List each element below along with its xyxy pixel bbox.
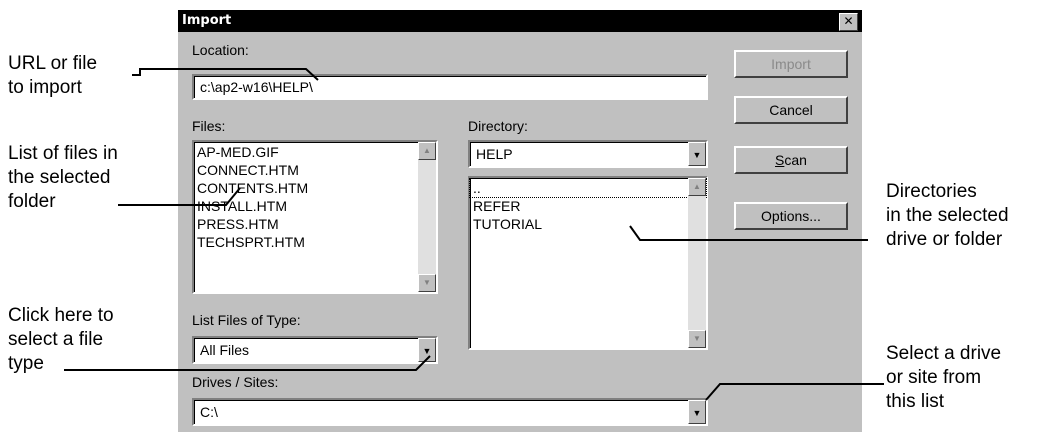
filetype-callout-line (64, 355, 431, 371)
files-callout-line (118, 187, 241, 206)
annotation-line: URL or file (8, 53, 98, 74)
annotation-line: List of files in (8, 143, 118, 164)
annotation-line: the selected (8, 167, 111, 188)
annotation-line: this list (886, 391, 945, 412)
annotation-line: Select a drive (886, 343, 1002, 364)
drive-callout-line (705, 383, 884, 401)
annotation-line: type (8, 353, 44, 374)
annotation-line: in the selected (886, 205, 1009, 226)
annotation-line: to import (8, 77, 82, 98)
annotation-line: or site from (886, 367, 982, 388)
annotation-filetype: Click here to select a file type (8, 304, 114, 376)
annotation-line: Click here to (8, 305, 114, 326)
annotation-dirs: Directories in the selected drive or fol… (886, 180, 1009, 252)
annotation-url: URL or file to import (8, 52, 97, 100)
annotation-line: drive or folder (886, 229, 1003, 250)
annotation-files: List of files in the selected folder (8, 142, 118, 214)
annotation-line: Directories (886, 181, 977, 202)
annotation-drive: Select a drive or site from this list (886, 342, 1001, 414)
url-callout-line (132, 68, 319, 81)
dirs-callout-line (629, 225, 868, 241)
annotation-line: select a file (8, 329, 104, 350)
annotation-line: folder (8, 191, 56, 212)
